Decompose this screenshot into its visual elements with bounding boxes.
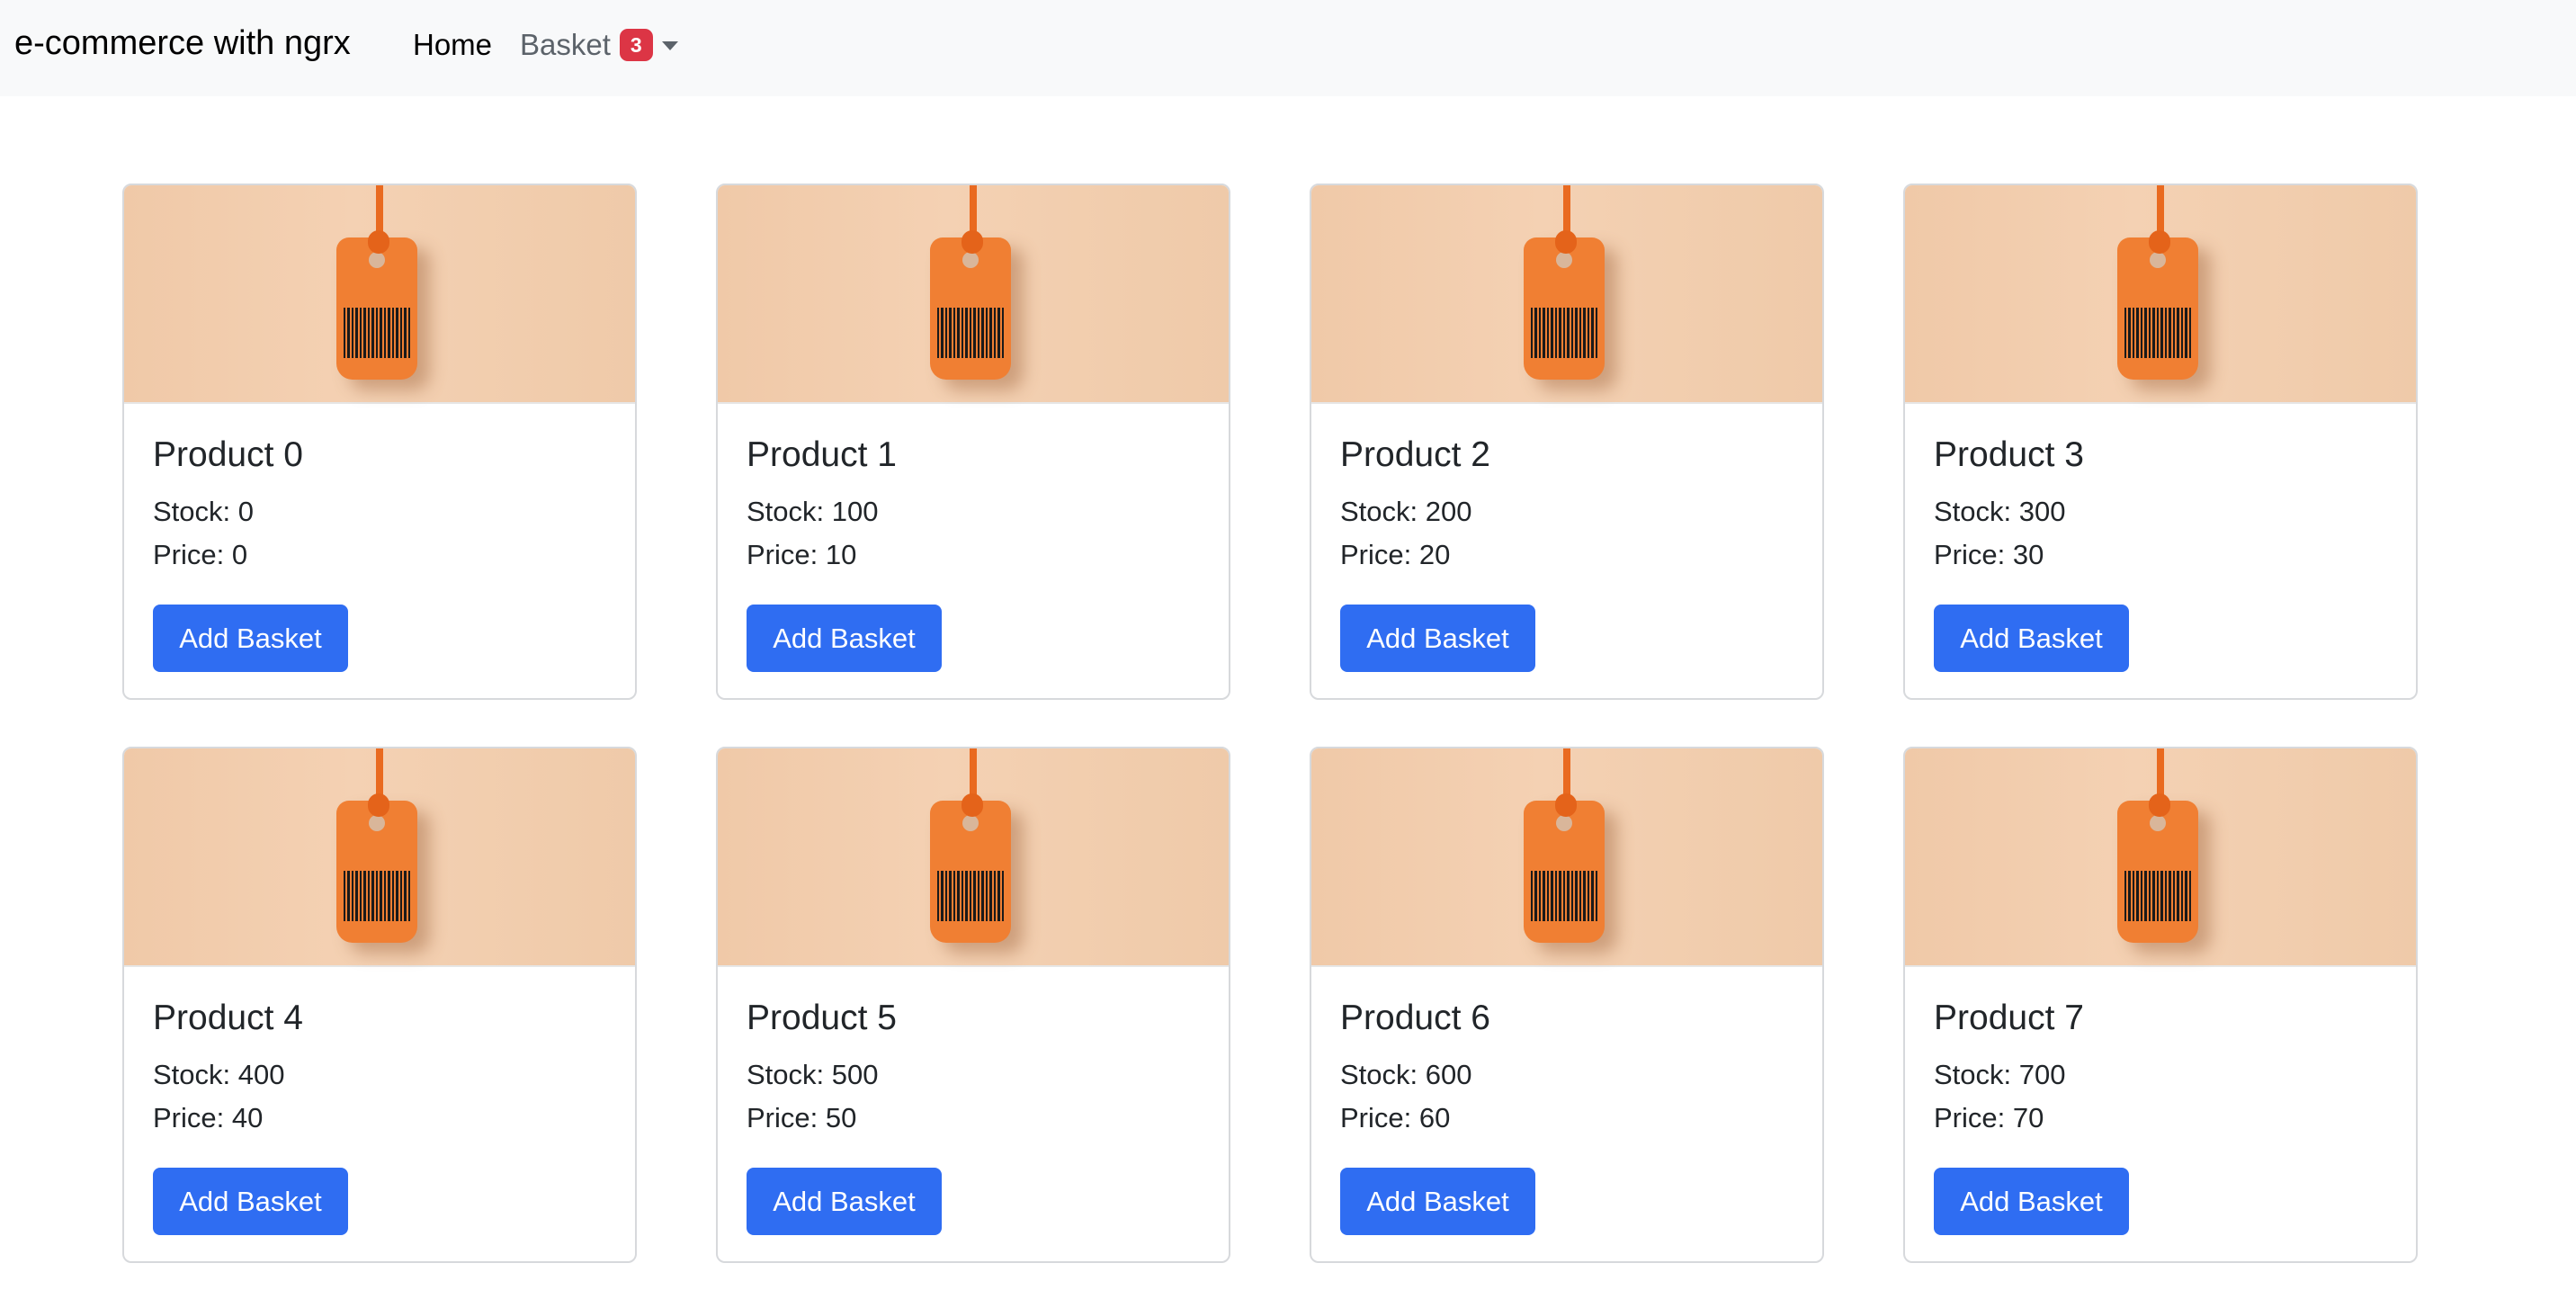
- barcode-icon: [1531, 308, 1597, 358]
- price-tag-icon: [336, 801, 417, 943]
- add-basket-button[interactable]: Add Basket: [153, 1168, 348, 1235]
- add-basket-button[interactable]: Add Basket: [1340, 605, 1535, 672]
- product-price: Price: 0: [153, 539, 248, 570]
- product-image: [124, 185, 635, 404]
- product-image: [1311, 748, 1822, 967]
- price-tag-icon: [2117, 237, 2198, 380]
- price-tag-icon: [1524, 801, 1605, 943]
- chevron-down-icon: [661, 41, 678, 50]
- add-basket-button[interactable]: Add Basket: [153, 605, 348, 672]
- product-image: [718, 748, 1229, 967]
- tag-knot: [1555, 793, 1577, 817]
- nav-home-link[interactable]: Home: [413, 28, 492, 62]
- product-price: Price: 10: [747, 539, 857, 570]
- add-basket-button[interactable]: Add Basket: [1340, 1168, 1535, 1235]
- tag-knot: [962, 793, 983, 817]
- product-title: Product 3: [1934, 435, 2084, 474]
- product-image: [124, 748, 635, 967]
- add-basket-button[interactable]: Add Basket: [1934, 1168, 2129, 1235]
- navbar: e-commerce with ngrx Home Basket 3: [0, 0, 2576, 96]
- product-price: Price: 40: [153, 1102, 264, 1133]
- product-card: Product 0 Stock: 0 Price: 0 Add Basket: [122, 184, 637, 700]
- product-card: Product 7 Stock: 700 Price: 70 Add Baske…: [1903, 747, 2418, 1263]
- add-basket-button[interactable]: Add Basket: [1934, 605, 2129, 672]
- tag-knot: [2149, 230, 2170, 254]
- barcode-icon: [1531, 871, 1597, 921]
- product-image: [1311, 185, 1822, 404]
- product-title: Product 5: [747, 999, 897, 1037]
- price-tag-icon: [2117, 801, 2198, 943]
- tag-knot: [368, 230, 389, 254]
- add-basket-button[interactable]: Add Basket: [747, 605, 942, 672]
- product-image: [1905, 748, 2416, 967]
- product-card: Product 3 Stock: 300 Price: 30 Add Baske…: [1903, 184, 2418, 700]
- product-title: Product 4: [153, 999, 303, 1037]
- product-title: Product 2: [1340, 435, 1490, 474]
- product-image: [1905, 185, 2416, 404]
- product-price: Price: 70: [1934, 1102, 2044, 1133]
- product-price: Price: 30: [1934, 539, 2044, 570]
- barcode-icon: [937, 308, 1004, 358]
- barcode-icon: [937, 871, 1004, 921]
- tag-knot: [1555, 230, 1577, 254]
- barcode-icon: [2124, 308, 2191, 358]
- product-stock: Stock: 200: [1340, 496, 1472, 527]
- product-card: Product 5 Stock: 500 Price: 50 Add Baske…: [716, 747, 1230, 1263]
- brand-link[interactable]: e-commerce with ngrx: [14, 24, 351, 63]
- product-card: Product 6 Stock: 600 Price: 60 Add Baske…: [1310, 747, 1824, 1263]
- barcode-icon: [2124, 871, 2191, 921]
- basket-count-badge: 3: [619, 29, 653, 61]
- product-stock: Stock: 0: [153, 496, 254, 527]
- product-price: Price: 60: [1340, 1102, 1451, 1133]
- product-stock: Stock: 400: [153, 1059, 285, 1090]
- price-tag-icon: [930, 801, 1011, 943]
- tag-knot: [368, 793, 389, 817]
- product-stock: Stock: 500: [747, 1059, 879, 1090]
- product-stock: Stock: 100: [747, 496, 879, 527]
- product-card: Product 2 Stock: 200 Price: 20 Add Baske…: [1310, 184, 1824, 700]
- product-price: Price: 20: [1340, 539, 1451, 570]
- barcode-icon: [344, 871, 410, 921]
- product-stock: Stock: 600: [1340, 1059, 1472, 1090]
- product-title: Product 7: [1934, 999, 2084, 1037]
- nav-basket-dropdown[interactable]: Basket 3: [520, 28, 678, 62]
- product-image: [718, 185, 1229, 404]
- product-stock: Stock: 300: [1934, 496, 2066, 527]
- add-basket-button[interactable]: Add Basket: [747, 1168, 942, 1235]
- price-tag-icon: [336, 237, 417, 380]
- product-card: Product 1 Stock: 100 Price: 10 Add Baske…: [716, 184, 1230, 700]
- basket-label: Basket: [520, 28, 611, 61]
- product-price: Price: 50: [747, 1102, 857, 1133]
- product-stock: Stock: 700: [1934, 1059, 2066, 1090]
- tag-knot: [2149, 793, 2170, 817]
- tag-knot: [962, 230, 983, 254]
- product-card: Product 4 Stock: 400 Price: 40 Add Baske…: [122, 747, 637, 1263]
- price-tag-icon: [1524, 237, 1605, 380]
- product-title: Product 0: [153, 435, 303, 474]
- product-title: Product 6: [1340, 999, 1490, 1037]
- price-tag-icon: [930, 237, 1011, 380]
- barcode-icon: [344, 308, 410, 358]
- product-title: Product 1: [747, 435, 897, 474]
